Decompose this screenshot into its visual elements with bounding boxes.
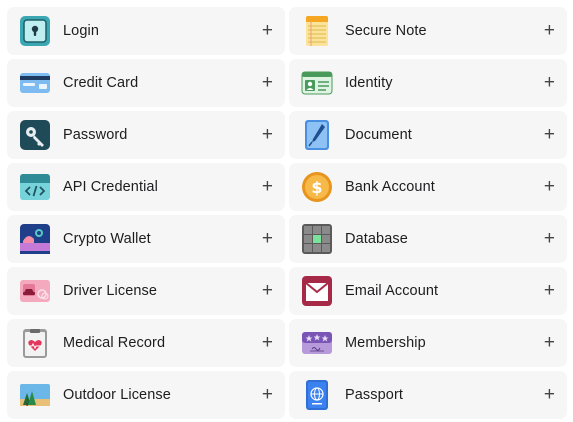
- item-label: Email Account: [345, 283, 439, 299]
- outdoor-license-icon: [19, 379, 51, 411]
- bank-account-icon: $: [301, 171, 333, 203]
- add-email-account-button[interactable]: +: [544, 267, 555, 315]
- add-password-button[interactable]: +: [262, 111, 273, 159]
- crypto-wallet-icon: [19, 223, 51, 255]
- api-credential-icon: [19, 171, 51, 203]
- database-icon: [301, 223, 333, 255]
- item-label: Medical Record: [63, 335, 166, 351]
- item-label: API Credential: [63, 179, 158, 195]
- item-label: Password: [63, 127, 128, 143]
- credit-card-icon: [19, 67, 51, 99]
- membership-icon: [301, 327, 333, 359]
- password-icon: [19, 119, 51, 151]
- item-secure-note[interactable]: Secure Note +: [289, 7, 567, 55]
- identity-icon: [301, 67, 333, 99]
- add-database-button[interactable]: +: [544, 215, 555, 263]
- item-driver-license[interactable]: Driver License +: [7, 267, 285, 315]
- item-database[interactable]: Database +: [289, 215, 567, 263]
- item-label: Membership: [345, 335, 426, 351]
- item-credit-card[interactable]: Credit Card +: [7, 59, 285, 107]
- item-login[interactable]: Login +: [7, 7, 285, 55]
- item-label: Passport: [345, 387, 404, 403]
- add-credit-card-button[interactable]: +: [262, 59, 273, 107]
- add-bank-account-button[interactable]: +: [544, 163, 555, 211]
- document-icon: [301, 119, 333, 151]
- medical-record-icon: [19, 327, 51, 359]
- item-label: Crypto Wallet: [63, 231, 151, 247]
- item-label: Bank Account: [345, 179, 435, 195]
- item-document[interactable]: Document +: [289, 111, 567, 159]
- item-type-grid: Login + Secure Note + Credit Card + Iden…: [7, 7, 567, 419]
- add-passport-button[interactable]: +: [544, 371, 555, 419]
- item-label: Database: [345, 231, 408, 247]
- item-label: Document: [345, 127, 412, 143]
- email-account-icon: [301, 275, 333, 307]
- item-label: Secure Note: [345, 23, 427, 39]
- add-secure-note-button[interactable]: +: [544, 7, 555, 55]
- add-crypto-wallet-button[interactable]: +: [262, 215, 273, 263]
- item-email-account[interactable]: Email Account +: [289, 267, 567, 315]
- item-label: Outdoor License: [63, 387, 171, 403]
- add-driver-license-button[interactable]: +: [262, 267, 273, 315]
- item-outdoor-license[interactable]: Outdoor License +: [7, 371, 285, 419]
- item-label: Credit Card: [63, 75, 139, 91]
- login-icon: [19, 15, 51, 47]
- add-medical-record-button[interactable]: +: [262, 319, 273, 367]
- secure-note-icon: [301, 15, 333, 47]
- item-membership[interactable]: Membership +: [289, 319, 567, 367]
- add-identity-button[interactable]: +: [544, 59, 555, 107]
- add-document-button[interactable]: +: [544, 111, 555, 159]
- item-label: Login: [63, 23, 99, 39]
- item-password[interactable]: Password +: [7, 111, 285, 159]
- add-login-button[interactable]: +: [262, 7, 273, 55]
- item-bank-account[interactable]: $ Bank Account +: [289, 163, 567, 211]
- add-api-credential-button[interactable]: +: [262, 163, 273, 211]
- add-membership-button[interactable]: +: [544, 319, 555, 367]
- item-label: Driver License: [63, 283, 158, 299]
- item-identity[interactable]: Identity +: [289, 59, 567, 107]
- item-passport[interactable]: Passport +: [289, 371, 567, 419]
- item-label: Identity: [345, 75, 393, 91]
- item-api-credential[interactable]: API Credential +: [7, 163, 285, 211]
- passport-icon: [301, 379, 333, 411]
- add-outdoor-license-button[interactable]: +: [262, 371, 273, 419]
- item-medical-record[interactable]: Medical Record +: [7, 319, 285, 367]
- item-crypto-wallet[interactable]: Crypto Wallet +: [7, 215, 285, 263]
- driver-license-icon: [19, 275, 51, 307]
- svg-text:$: $: [311, 178, 322, 197]
